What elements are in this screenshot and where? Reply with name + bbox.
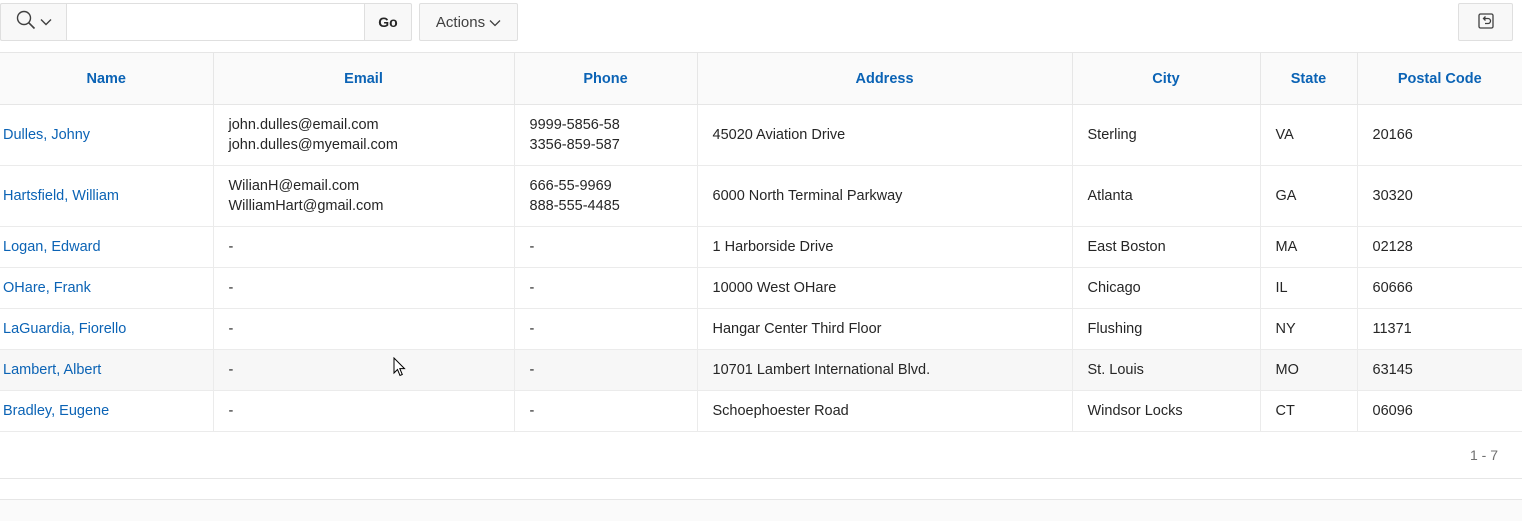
address-cell: 1 Harborside Drive (697, 226, 1073, 268)
column-header-name[interactable]: Name (0, 52, 214, 105)
name-cell: LaGuardia, Fiorello (0, 308, 214, 350)
state-cell: MO (1260, 349, 1358, 391)
actions-label: Actions (435, 13, 486, 31)
table-row: Hartsfield, William WilianH@email.com Wil… (0, 165, 1522, 227)
phone-value: 666-55-9969 (529, 178, 612, 194)
postal-code-cell: 60666 (1357, 267, 1522, 309)
name-link[interactable]: LaGuardia, Fiorello (3, 321, 126, 337)
name-link[interactable]: Hartsfield, William (3, 188, 119, 204)
email-cell: - (213, 226, 515, 268)
table-row: Lambert, Albert - - 10701 Lambert Intern… (0, 349, 1522, 391)
state-cell: VA (1260, 104, 1358, 166)
search-input[interactable] (66, 3, 365, 41)
address-cell: 10701 Lambert International Blvd. (697, 349, 1073, 391)
city-cell: Windsor Locks (1072, 390, 1261, 432)
actions-menu-button[interactable]: Actions (419, 3, 518, 41)
header-row: Name Email Phone Address City State Post… (0, 52, 1522, 105)
state-cell: NY (1260, 308, 1358, 350)
address-cell: Hangar Center Third Floor (697, 308, 1073, 350)
search-column-button[interactable] (0, 3, 66, 41)
column-header-phone[interactable]: Phone (514, 52, 698, 105)
column-header-state[interactable]: State (1260, 52, 1358, 105)
chevron-down-icon (489, 14, 501, 31)
table-row: OHare, Frank - - 10000 West OHare Chicag… (0, 267, 1522, 309)
phone-cell: - (514, 267, 698, 309)
address-cell: 6000 North Terminal Parkway (697, 165, 1073, 227)
phone-value: 3356-859-587 (529, 137, 620, 153)
state-cell: GA (1260, 165, 1358, 227)
name-link[interactable]: Lambert, Albert (3, 362, 101, 378)
state-cell: CT (1260, 390, 1358, 432)
reset-button[interactable] (1458, 3, 1513, 41)
email-value: john.dulles@email.com (228, 117, 379, 133)
name-cell: Logan, Edward (0, 226, 214, 268)
table-row: Dulles, Johny john.dulles@email.com john.… (0, 104, 1522, 166)
name-cell: Lambert, Albert (0, 349, 214, 391)
table-row: Bradley, Eugene - - Schoephoester Road W… (0, 390, 1522, 432)
phone-cell: - (514, 390, 698, 432)
email-cell: - (213, 308, 515, 350)
phone-cell: 9999-5856-58 3356-859-587 (514, 104, 698, 166)
city-cell: St. Louis (1072, 349, 1261, 391)
phone-cell: - (514, 308, 698, 350)
email-cell: - (213, 390, 515, 432)
pagination-range: 1 - 7 (1469, 447, 1498, 463)
reset-icon (1477, 12, 1495, 33)
name-link[interactable]: Dulles, Johny (3, 127, 90, 143)
city-cell: Atlanta (1072, 165, 1261, 227)
search-icon (16, 10, 36, 35)
bottom-region (0, 499, 1522, 521)
name-cell: Bradley, Eugene (0, 390, 214, 432)
email-cell: - (213, 349, 515, 391)
column-header-postal-code[interactable]: Postal Code (1357, 52, 1522, 105)
email-value: WilliamHart@gmail.com (228, 198, 384, 214)
postal-code-cell: 02128 (1357, 226, 1522, 268)
city-cell: Chicago (1072, 267, 1261, 309)
report-grid: Name Email Phone Address City State Post… (0, 52, 1522, 432)
postal-code-cell: 06096 (1357, 390, 1522, 432)
email-cell: john.dulles@email.com john.dulles@myemail… (213, 104, 515, 166)
name-link[interactable]: Bradley, Eugene (3, 403, 109, 419)
postal-code-cell: 30320 (1357, 165, 1522, 227)
go-button[interactable]: Go (365, 3, 412, 41)
table-row: LaGuardia, Fiorello - - Hangar Center Th… (0, 308, 1522, 350)
name-cell: Dulles, Johny (0, 104, 214, 166)
city-cell: Flushing (1072, 308, 1261, 350)
address-cell: 10000 West OHare (697, 267, 1073, 309)
email-value: WilianH@email.com (228, 178, 360, 194)
report-table: Name Email Phone Address City State Post… (0, 52, 1522, 432)
address-cell: 45020 Aviation Drive (697, 104, 1073, 166)
state-cell: IL (1260, 267, 1358, 309)
state-cell: MA (1260, 226, 1358, 268)
email-cell: WilianH@email.com WilliamHart@gmail.com (213, 165, 515, 227)
city-cell: Sterling (1072, 104, 1261, 166)
name-link[interactable]: OHare, Frank (3, 280, 91, 296)
phone-value: 9999-5856-58 (529, 117, 620, 133)
report-footer: 1 - 7 (0, 433, 1522, 479)
email-value: john.dulles@myemail.com (228, 137, 398, 153)
report-toolbar: Go Actions (0, 0, 1522, 52)
column-header-address[interactable]: Address (697, 52, 1073, 105)
name-cell: OHare, Frank (0, 267, 214, 309)
city-cell: East Boston (1072, 226, 1261, 268)
postal-code-cell: 20166 (1357, 104, 1522, 166)
postal-code-cell: 63145 (1357, 349, 1522, 391)
column-header-email[interactable]: Email (213, 52, 515, 105)
phone-cell: - (514, 349, 698, 391)
phone-value: 888-555-4485 (529, 198, 620, 214)
search-bar: Go (0, 3, 412, 41)
email-cell: - (213, 267, 515, 309)
address-cell: Schoephoester Road (697, 390, 1073, 432)
phone-cell: - (514, 226, 698, 268)
chevron-down-icon (40, 13, 52, 31)
name-link[interactable]: Logan, Edward (3, 239, 101, 255)
table-row: Logan, Edward - - 1 Harborside Drive Eas… (0, 226, 1522, 268)
column-header-city[interactable]: City (1072, 52, 1261, 105)
name-cell: Hartsfield, William (0, 165, 214, 227)
postal-code-cell: 11371 (1357, 308, 1522, 350)
phone-cell: 666-55-9969 888-555-4485 (514, 165, 698, 227)
